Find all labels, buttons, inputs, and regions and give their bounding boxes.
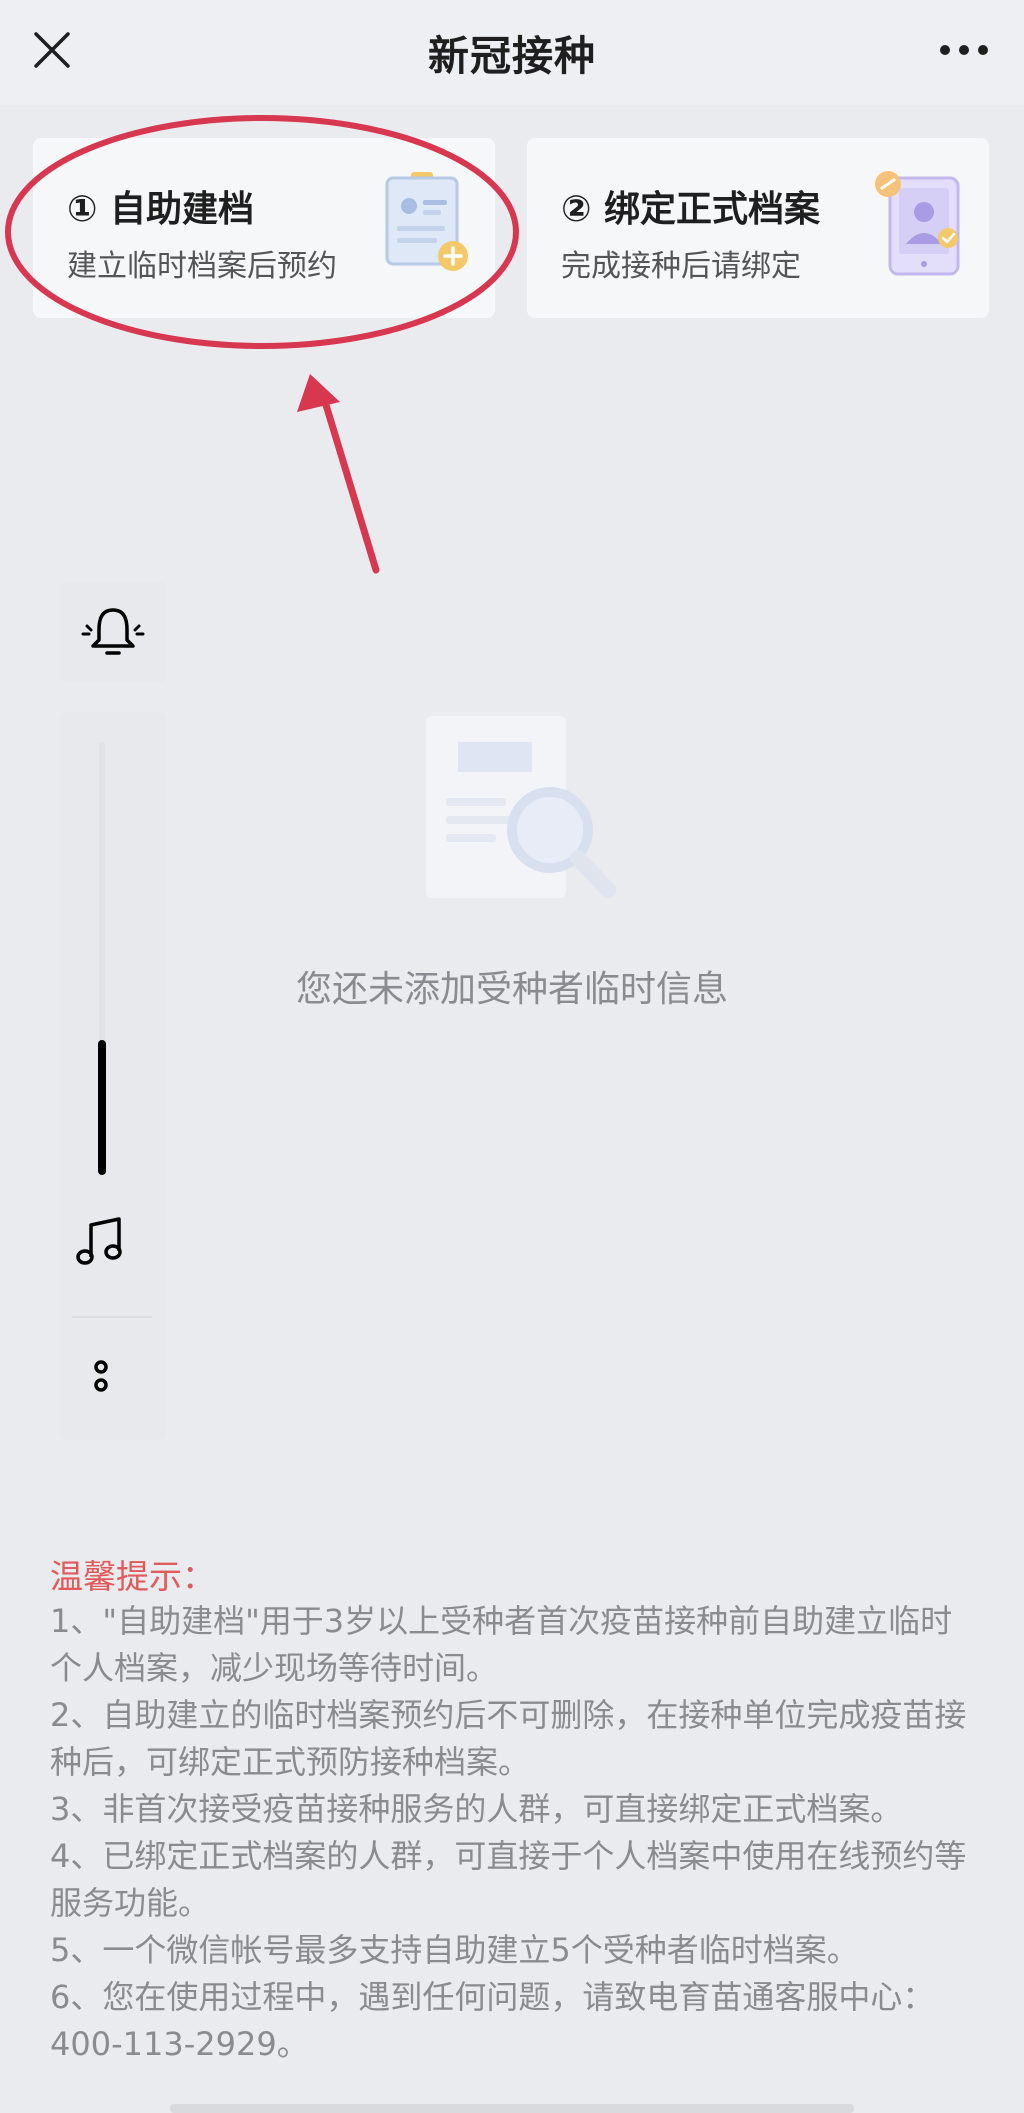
self-register-card[interactable]: ① 自助建档 建立临时档案后预约: [33, 138, 495, 318]
divider: [72, 1316, 152, 1318]
tip-item: 2、自助建立的临时档案预约后不可删除，在接种单位完成疫苗接种后，可绑定正式预防接…: [50, 1696, 967, 1781]
more-button[interactable]: [934, 28, 994, 72]
music-note-icon: [76, 1217, 122, 1265]
vertical-dots-icon: [94, 1360, 108, 1392]
tablet-user-link-icon: [875, 171, 960, 276]
card-title: ② 绑定正式档案: [561, 189, 821, 230]
bind-record-card[interactable]: ② 绑定正式档案 完成接种后请绑定: [527, 138, 989, 318]
tip-item: 5、一个微信帐号最多支持自助建立5个受种者临时档案。: [50, 1931, 859, 1969]
header-bar: 新冠接种: [0, 0, 1024, 105]
document-search-icon: [426, 716, 616, 898]
volume-panel: [60, 712, 166, 1440]
page-title: 新冠接种: [428, 32, 596, 80]
bell-button[interactable]: [60, 582, 166, 682]
tips-title: 温馨提示：: [50, 1557, 215, 1596]
empty-state-text: 您还未添加受种者临时信息: [295, 969, 728, 1010]
tip-item: 4、已绑定正式档案的人群，可直接于个人档案中使用在线预约等服务功能。: [50, 1837, 967, 1922]
card-title: ① 自助建档: [67, 189, 255, 230]
tip-item: 6、您在使用过程中，遇到任何问题，请致电育苗通客服中心：400-113-2929…: [50, 1978, 935, 2063]
more-options-button[interactable]: [84, 1352, 118, 1402]
volume-slider-fill[interactable]: [98, 1040, 106, 1175]
document-add-icon: [385, 172, 468, 271]
home-indicator: [170, 2104, 854, 2113]
tips-list: 1、"自助建档"用于3岁以上受种者首次疫苗接种前自助建立临时个人档案，减少现场等…: [50, 1598, 980, 2068]
bell-ring-icon: [81, 608, 145, 655]
music-button[interactable]: [68, 1210, 132, 1274]
tip-item: 1、"自助建档"用于3岁以上受种者首次疫苗接种前自助建立临时个人档案，减少现场等…: [50, 1602, 953, 1687]
page: 新冠接种 ① 自助建档 建立临时档案后预约 ② 绑定正式档案 完成接种后请绑定 …: [0, 0, 1024, 2113]
tip-item: 3、非首次接受疫苗接种服务的人群，可直接绑定正式档案。: [50, 1790, 903, 1828]
card-subtitle: 建立临时档案后预约: [67, 249, 337, 284]
more-dots-icon: [940, 45, 988, 55]
card-subtitle: 完成接种后请绑定: [561, 249, 801, 284]
